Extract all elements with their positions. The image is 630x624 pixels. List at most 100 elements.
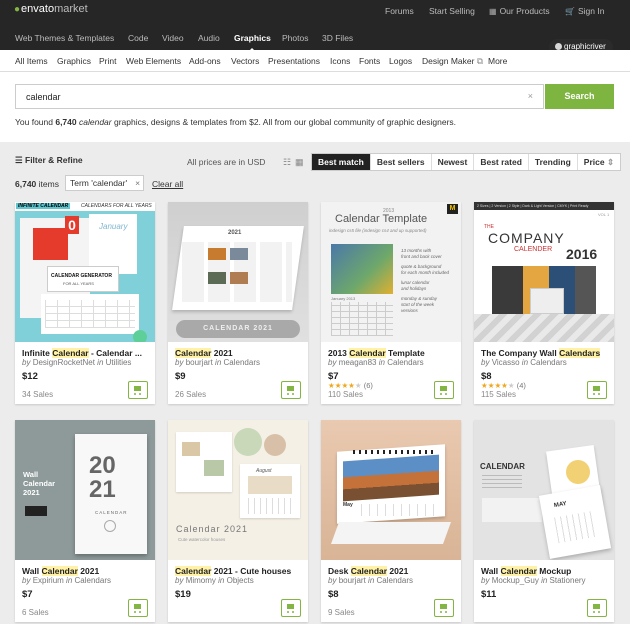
add-to-cart-button[interactable] bbox=[281, 599, 301, 617]
product-card[interactable]: 2013 Calendar Template indesign cs5 file… bbox=[321, 202, 461, 404]
product-price: $9 bbox=[175, 371, 186, 382]
rating-stars: ★★★★★ (4) bbox=[481, 381, 526, 390]
add-to-cart-button[interactable] bbox=[434, 599, 454, 617]
rating-stars: ★★★★★ (6) bbox=[328, 381, 373, 390]
subnav-add-ons[interactable]: Add-ons bbox=[189, 56, 221, 66]
subnav-more[interactable]: More bbox=[488, 56, 507, 66]
product-card[interactable]: 2021 CALENDAR 2021 Calendar 2021 by bour… bbox=[168, 202, 308, 404]
our-products-link[interactable]: ▦ Our Products bbox=[489, 6, 550, 16]
add-to-cart-button[interactable] bbox=[128, 381, 148, 399]
item-count: 6,740 items bbox=[15, 179, 59, 189]
product-thumbnail[interactable]: CALENDAR MAY bbox=[474, 420, 614, 560]
sort-arrow-icon: ⇕ bbox=[606, 157, 615, 167]
product-title[interactable]: Wall Calendar Mockup bbox=[481, 566, 609, 576]
product-title[interactable]: The Company Wall Calendars bbox=[481, 348, 609, 358]
product-card[interactable]: CALENDAR MAY Wall Calendar Mockup by Moc… bbox=[474, 420, 614, 622]
product-author: by Mockup_Guy in Stationery bbox=[481, 576, 586, 585]
thumb-company: COMPANY bbox=[488, 230, 565, 246]
search-input[interactable]: calendar × bbox=[15, 84, 544, 109]
subnav-presentations[interactable]: Presentations bbox=[268, 56, 320, 66]
subnav-graphics[interactable]: Graphics bbox=[57, 56, 91, 66]
list-view-icon[interactable]: ☷ bbox=[283, 157, 291, 168]
add-to-cart-button[interactable] bbox=[587, 381, 607, 399]
grid-icon: ▦ bbox=[489, 7, 497, 16]
subnav-design-maker[interactable]: Design Maker ⧉ bbox=[422, 56, 483, 67]
product-card[interactable]: May Desk Calendar 2021 by bourjart in Ca… bbox=[321, 420, 461, 622]
product-title[interactable]: Wall Calendar 2021 bbox=[22, 566, 150, 576]
add-to-cart-button[interactable] bbox=[587, 599, 607, 617]
product-sales: 26 Sales bbox=[175, 390, 207, 399]
product-thumbnail[interactable]: May bbox=[321, 420, 461, 560]
subnav-web-elements[interactable]: Web Elements bbox=[126, 56, 181, 66]
subnav-fonts[interactable]: Fonts bbox=[359, 56, 380, 66]
nav-web-themes[interactable]: Web Themes & Templates bbox=[15, 33, 114, 43]
forums-link[interactable]: Forums bbox=[385, 6, 414, 16]
product-sales: 34 Sales bbox=[22, 390, 54, 399]
sort-price[interactable]: Price ⇕ bbox=[578, 154, 620, 170]
product-thumbnail[interactable]: August Calendar 2021 Cute watercolor hou… bbox=[168, 420, 308, 560]
product-price: $8 bbox=[328, 589, 339, 600]
grid-view-icon[interactable]: ▦ bbox=[295, 157, 304, 168]
product-title[interactable]: Calendar 2021 - Cute houses bbox=[175, 566, 303, 576]
sort-newest[interactable]: Newest bbox=[432, 154, 475, 170]
clear-search-icon[interactable]: × bbox=[528, 91, 533, 101]
remove-term-icon[interactable]: × bbox=[135, 176, 140, 190]
subnav-print[interactable]: Print bbox=[99, 56, 116, 66]
sort-best-match[interactable]: Best match bbox=[312, 154, 371, 170]
product-sales: 9 Sales bbox=[328, 608, 355, 617]
product-author: by Vicasso in Calendars bbox=[481, 358, 567, 367]
thumb-label: CALENDAR 2021 bbox=[176, 320, 300, 338]
nav-photos[interactable]: Photos bbox=[282, 33, 308, 43]
sort-best-rated[interactable]: Best rated bbox=[474, 154, 529, 170]
thumb-top-bar: 2 Sizes | 2 Version | 2 Style | Dark & L… bbox=[474, 202, 614, 210]
product-author: by Expirium in Calendars bbox=[22, 576, 111, 585]
thumb-label: CALENDAR bbox=[95, 510, 128, 515]
thumb-year: 2016 bbox=[566, 246, 598, 262]
product-thumbnail[interactable]: 2021 CALENDAR 2021 bbox=[168, 202, 308, 342]
envato-logo[interactable]: ●envatomarket bbox=[14, 3, 88, 15]
thumb-num-1: 20 bbox=[89, 452, 116, 479]
thumb-subtitle: Cute watercolor houses bbox=[178, 537, 226, 542]
product-title[interactable]: 2013 Calendar Template bbox=[328, 348, 456, 358]
product-card[interactable]: Wall Calendar 2021 20 21 CALENDAR Wall C… bbox=[15, 420, 155, 622]
subnav-icons[interactable]: Icons bbox=[330, 56, 350, 66]
search-button[interactable]: Search bbox=[545, 84, 614, 109]
sort-trending[interactable]: Trending bbox=[529, 154, 578, 170]
logo-sub-text: market bbox=[54, 3, 88, 15]
product-sales: 110 Sales bbox=[328, 390, 363, 399]
filter-refine-button[interactable]: ☰ Filter & Refine bbox=[15, 155, 83, 166]
product-thumbnail[interactable]: 2013 Calendar Template indesign cs5 file… bbox=[321, 202, 461, 342]
product-card[interactable]: August Calendar 2021 Cute watercolor hou… bbox=[168, 420, 308, 622]
sort-best-sellers[interactable]: Best sellers bbox=[371, 154, 432, 170]
add-to-cart-button[interactable] bbox=[128, 599, 148, 617]
nav-audio[interactable]: Audio bbox=[198, 33, 220, 43]
product-thumbnail[interactable]: INFINITE CALENDAR CALENDARS FOR ALL YEAR… bbox=[15, 202, 155, 342]
term-filter-chip: Term 'calendar' × bbox=[65, 175, 145, 191]
product-card[interactable]: INFINITE CALENDAR CALENDARS FOR ALL YEAR… bbox=[15, 202, 155, 404]
nav-3d-files[interactable]: 3D Files bbox=[322, 33, 353, 43]
product-title[interactable]: Calendar 2021 bbox=[175, 348, 303, 358]
thumb-vol: VOL 1 bbox=[598, 212, 610, 217]
clear-all-link[interactable]: Clear all bbox=[152, 179, 183, 189]
cart-icon: 🛒 bbox=[565, 7, 575, 16]
add-to-cart-button[interactable] bbox=[434, 381, 454, 399]
sort-price-label: Price bbox=[583, 157, 605, 167]
thumb-banner: INFINITE CALENDAR bbox=[16, 203, 71, 209]
sign-in-link[interactable]: 🛒 Sign In bbox=[565, 6, 604, 16]
subnav-all-items[interactable]: All Items bbox=[15, 56, 48, 66]
thumb-big-number: 0 bbox=[65, 216, 79, 234]
product-title[interactable]: Desk Calendar 2021 bbox=[328, 566, 456, 576]
nav-video[interactable]: Video bbox=[162, 33, 184, 43]
product-thumbnail[interactable]: 2 Sizes | 2 Version | 2 Style | Dark & L… bbox=[474, 202, 614, 342]
product-card[interactable]: 2 Sizes | 2 Version | 2 Style | Dark & L… bbox=[474, 202, 614, 404]
add-to-cart-button[interactable] bbox=[281, 381, 301, 399]
product-title[interactable]: Infinite Calendar - Calendar ... bbox=[22, 348, 150, 358]
product-thumbnail[interactable]: Wall Calendar 2021 20 21 CALENDAR bbox=[15, 420, 155, 560]
start-selling-link[interactable]: Start Selling bbox=[429, 6, 475, 16]
top-bar: ●envatomarket Forums Start Selling ▦ Our … bbox=[0, 0, 630, 52]
nav-graphics[interactable]: Graphics bbox=[234, 33, 271, 52]
subnav-vectors[interactable]: Vectors bbox=[231, 56, 259, 66]
nav-code[interactable]: Code bbox=[128, 33, 148, 43]
thumb-title: Calendar Template bbox=[335, 213, 428, 225]
subnav-logos[interactable]: Logos bbox=[389, 56, 412, 66]
